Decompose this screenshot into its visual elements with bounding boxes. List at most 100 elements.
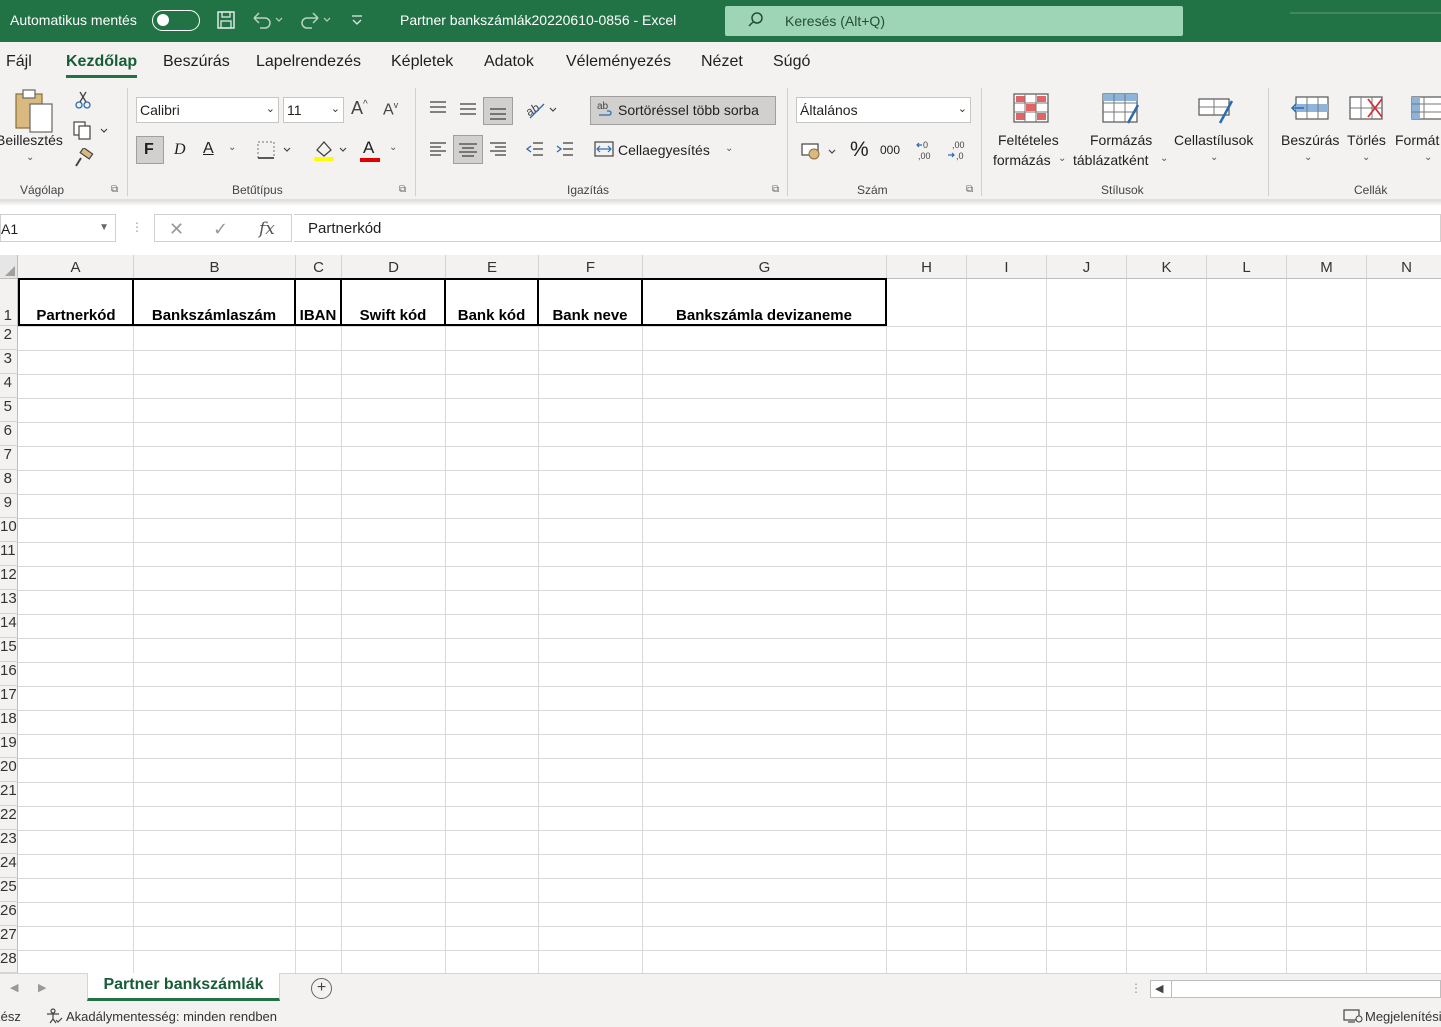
column-header-l[interactable]: L — [1207, 255, 1287, 279]
tab-insert[interactable]: Beszúrás — [163, 53, 230, 71]
horizontal-scrollbar[interactable]: ◀ — [1150, 980, 1441, 998]
copy-icon[interactable] — [72, 120, 112, 145]
column-header-e[interactable]: E — [446, 255, 539, 279]
row-header-22[interactable]: 22 — [0, 806, 18, 830]
row-header-26[interactable]: 26 — [0, 902, 18, 926]
format-as-table-label-1[interactable]: Formázás — [1090, 132, 1152, 148]
cut-icon[interactable] — [74, 90, 92, 115]
row-header-23[interactable]: 23 — [0, 830, 18, 854]
font-launcher-icon[interactable]: ⧉ — [399, 184, 406, 195]
next-sheet-icon[interactable]: ▶ — [38, 981, 46, 994]
row-header-4[interactable]: 4 — [0, 374, 18, 398]
clipboard-launcher-icon[interactable]: ⧉ — [111, 184, 118, 195]
row-header-27[interactable]: 27 — [0, 926, 18, 950]
tab-help[interactable]: Súgó — [773, 53, 810, 71]
cell-styles-label[interactable]: Cellastílusok — [1174, 132, 1253, 148]
align-center-button[interactable] — [453, 135, 483, 164]
row-header-13[interactable]: 13 — [0, 590, 18, 614]
delete-cells-icon[interactable] — [1348, 93, 1388, 128]
name-box[interactable]: A1 ▼ — [0, 214, 116, 242]
borders-icon[interactable] — [256, 140, 296, 165]
format-cells-icon[interactable] — [1410, 93, 1441, 128]
cell-d1[interactable]: Swift kód — [342, 279, 446, 326]
tab-home[interactable]: Kezdőlap — [66, 53, 138, 78]
format-as-table-icon[interactable] — [1102, 93, 1142, 130]
column-header-j[interactable]: J — [1047, 255, 1127, 279]
insert-function-button[interactable]: fx — [259, 219, 275, 239]
cell-b1[interactable]: Bankszámlaszám — [134, 279, 296, 326]
tab-formulas[interactable]: Képletek — [391, 53, 453, 71]
format-cells-label[interactable]: Formát — [1395, 132, 1439, 148]
cell-styles-chevron-icon[interactable]: ⌄ — [1210, 152, 1218, 163]
search-box[interactable]: Keresés (Alt+Q) — [725, 6, 1183, 36]
tab-review[interactable]: Véleményezés — [566, 53, 671, 71]
fill-color-icon[interactable] — [312, 138, 352, 167]
comma-style-button[interactable]: 000 — [880, 143, 900, 157]
cell-c1[interactable]: IBAN — [296, 279, 342, 326]
format-painter-icon[interactable] — [72, 146, 94, 175]
column-header-m[interactable]: M — [1287, 255, 1367, 279]
formula-input[interactable]: Partnerkód — [294, 214, 1441, 242]
align-top-icon[interactable] — [428, 100, 448, 123]
undo-icon[interactable] — [250, 10, 284, 35]
row-header-9[interactable]: 9 — [0, 494, 18, 518]
row-header-12[interactable]: 12 — [0, 566, 18, 590]
cancel-icon[interactable]: ✕ — [169, 219, 184, 240]
row-header-25[interactable]: 25 — [0, 878, 18, 902]
italic-button[interactable]: D — [174, 141, 186, 159]
row-header-18[interactable]: 18 — [0, 710, 18, 734]
table-chevron-icon[interactable]: ⌄ — [1160, 153, 1168, 164]
align-left-icon[interactable] — [428, 140, 448, 163]
font-color-chevron-icon[interactable]: ⌄ — [389, 142, 397, 153]
row-header-2[interactable]: 2 — [0, 326, 18, 350]
merge-chevron-icon[interactable]: ⌄ — [725, 143, 733, 154]
row-header-8[interactable]: 8 — [0, 470, 18, 494]
insert-chevron-icon[interactable]: ⌄ — [1304, 152, 1312, 163]
row-header-14[interactable]: 14 — [0, 614, 18, 638]
column-header-b[interactable]: B — [134, 255, 296, 279]
row-header-24[interactable]: 24 — [0, 854, 18, 878]
row-header-19[interactable]: 19 — [0, 734, 18, 758]
number-format-select[interactable]: Általános ⌄ — [796, 97, 971, 123]
decrease-indent-icon[interactable] — [525, 140, 545, 163]
orientation-icon[interactable]: ab — [523, 98, 562, 125]
alignment-launcher-icon[interactable]: ⧉ — [772, 184, 779, 195]
align-bottom-button[interactable] — [483, 97, 513, 125]
number-launcher-icon[interactable]: ⧉ — [966, 184, 973, 195]
scrollbar-thumb[interactable] — [1171, 981, 1441, 997]
cell-e1[interactable]: Bank kód — [446, 279, 539, 326]
cell-g1[interactable]: Bankszámla devizaneme — [643, 279, 887, 326]
formula-bar-grip-icon[interactable]: ⋮ — [131, 220, 143, 234]
tab-view[interactable]: Nézet — [701, 53, 743, 71]
column-header-d[interactable]: D — [342, 255, 446, 279]
font-color-button[interactable]: A — [363, 138, 374, 158]
align-right-icon[interactable] — [488, 140, 508, 163]
format-chevron-icon[interactable]: ⌄ — [1424, 152, 1432, 163]
cell-styles-icon[interactable] — [1198, 93, 1238, 130]
increase-indent-icon[interactable] — [555, 140, 575, 163]
font-name-select[interactable]: Calibri ⌄ — [136, 97, 279, 123]
worksheet-grid[interactable]: A B C D E F G H I J K L M N 1 2 3 4 5 6 … — [0, 255, 1441, 973]
add-sheet-button[interactable]: + — [311, 978, 332, 999]
row-header-15[interactable]: 15 — [0, 638, 18, 662]
tab-data[interactable]: Adatok — [484, 53, 534, 71]
enter-icon[interactable]: ✓ — [213, 219, 228, 240]
delete-chevron-icon[interactable]: ⌄ — [1362, 152, 1370, 163]
save-icon[interactable] — [216, 10, 236, 35]
row-header-11[interactable]: 11 — [0, 542, 18, 566]
tab-splitter-icon[interactable]: ⋮ — [1130, 981, 1142, 995]
column-header-k[interactable]: K — [1127, 255, 1207, 279]
display-settings-icon[interactable] — [1343, 1008, 1363, 1027]
row-header-17[interactable]: 17 — [0, 686, 18, 710]
column-header-i[interactable]: I — [967, 255, 1047, 279]
row-header-5[interactable]: 5 — [0, 398, 18, 422]
accessibility-icon[interactable] — [45, 1008, 63, 1027]
paste-chevron-icon[interactable]: ⌄ — [26, 152, 34, 163]
increase-font-icon[interactable]: A^ — [351, 98, 368, 119]
insert-cells-icon[interactable] — [1290, 93, 1330, 128]
underline-chevron-icon[interactable]: ⌄ — [228, 142, 236, 153]
row-header-3[interactable]: 3 — [0, 350, 18, 374]
scroll-left-icon[interactable]: ◀ — [1155, 982, 1163, 995]
percent-style-button[interactable]: % — [850, 138, 869, 162]
column-header-c[interactable]: C — [296, 255, 342, 279]
